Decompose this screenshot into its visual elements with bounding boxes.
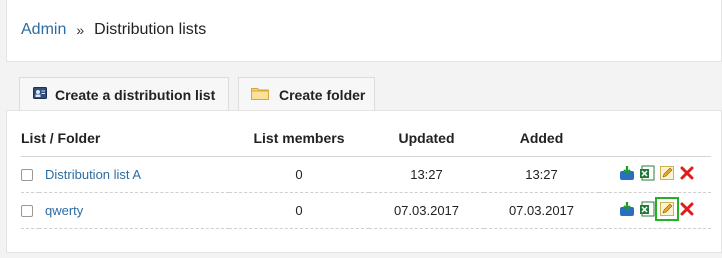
contact-card-icon <box>33 86 47 103</box>
table-header-row: List / Folder List members Updated Added <box>21 121 711 157</box>
folder-icon <box>251 86 269 103</box>
toolbar: Create a distribution list Create folder <box>0 77 722 111</box>
column-header-added: Added <box>484 121 599 157</box>
added-value: 13:27 <box>484 156 599 193</box>
column-header-updated: Updated <box>369 121 484 157</box>
distribution-lists-panel: List / Folder List members Updated Added… <box>6 110 722 253</box>
table-row: qwerty 0 07.03.2017 07.03.2017 <box>21 192 711 229</box>
list-name-link[interactable]: Distribution list A <box>45 167 141 182</box>
breadcrumb-separator: » <box>76 22 85 38</box>
excel-export-icon[interactable] <box>639 165 655 181</box>
page-header: Admin » Distribution lists <box>6 0 722 62</box>
row-checkbox[interactable] <box>21 205 33 218</box>
table-row: Distribution list A 0 13:27 13:27 <box>21 156 711 193</box>
delete-icon[interactable] <box>679 165 695 181</box>
edit-icon[interactable] <box>659 165 675 181</box>
create-distribution-list-label: Create a distribution list <box>55 86 216 103</box>
column-header-list-folder: List / Folder <box>21 121 229 157</box>
list-members-count: 0 <box>229 156 369 193</box>
breadcrumb-admin-link[interactable]: Admin <box>21 21 66 39</box>
breadcrumb: Admin » Distribution lists <box>21 21 206 39</box>
create-folder-label: Create folder <box>279 86 366 103</box>
edit-icon[interactable] <box>655 196 679 221</box>
column-header-list-members: List members <box>229 121 369 157</box>
import-icon[interactable] <box>619 165 635 181</box>
added-value: 07.03.2017 <box>484 192 599 229</box>
distribution-lists-table: List / Folder List members Updated Added… <box>21 121 711 229</box>
row-checkbox[interactable] <box>21 169 33 182</box>
list-members-count: 0 <box>229 192 369 229</box>
list-name-link[interactable]: qwerty <box>45 203 83 218</box>
breadcrumb-current: Distribution lists <box>94 21 207 38</box>
updated-value: 13:27 <box>369 156 484 193</box>
create-folder-button[interactable]: Create folder <box>238 77 375 111</box>
column-header-actions <box>599 121 711 157</box>
create-distribution-list-button[interactable]: Create a distribution list <box>19 77 229 111</box>
updated-value: 07.03.2017 <box>369 192 484 229</box>
delete-icon[interactable] <box>679 201 695 217</box>
import-icon[interactable] <box>619 201 635 217</box>
excel-export-icon[interactable] <box>639 201 655 217</box>
